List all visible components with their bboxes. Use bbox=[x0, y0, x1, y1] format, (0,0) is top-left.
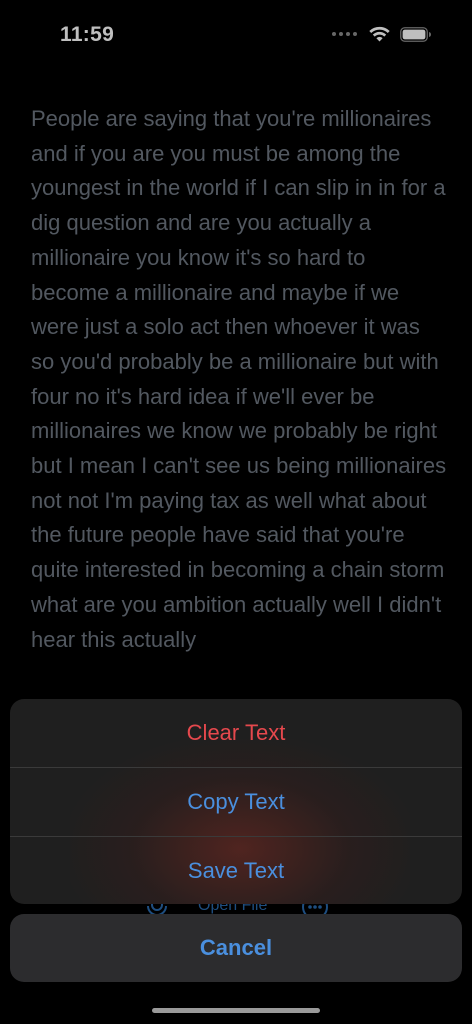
save-text-button[interactable]: Save Text bbox=[10, 836, 462, 904]
clear-text-button[interactable]: Clear Text bbox=[10, 699, 462, 767]
copy-text-button[interactable]: Copy Text bbox=[10, 767, 462, 836]
home-indicator[interactable] bbox=[152, 1008, 320, 1013]
action-sheet: Clear Text Copy Text Save Text bbox=[10, 699, 462, 904]
cancel-button[interactable]: Cancel bbox=[10, 914, 462, 982]
